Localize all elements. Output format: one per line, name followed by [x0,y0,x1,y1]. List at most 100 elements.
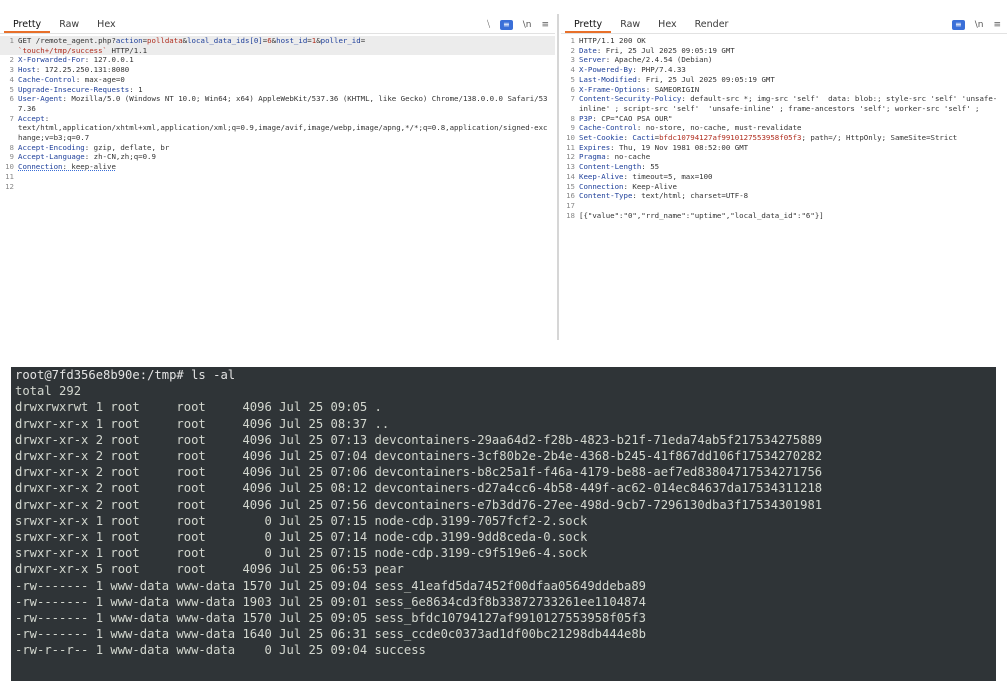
terminal-output-line: drwxrwxrwt 1 root root 4096 Jul 25 09:05… [15,400,382,415]
code-token: [{"value":"0","rrd_name":"uptime","local… [579,210,824,220]
line-number: 8 [9,142,14,152]
pretty-format-icon[interactable]: ≡ [500,20,513,30]
code-token: = [360,36,366,45]
code-token: ; path=/; HttpOnly; SameSite=Strict [801,133,958,143]
terminal-window[interactable]: root@7fd356e8b90e:/tmp# ls -al total 292 d… [11,367,996,681]
response-tab-hex[interactable]: Hex [649,19,685,33]
request-editor[interactable]: 1 GET /remote_agent.php?action=polldata&l… [0,34,555,191]
code-token: poller_id [320,36,361,45]
request-tab-hex[interactable]: Hex [88,19,124,33]
terminal-output-line: srwxr-xr-x 1 root root 0 Jul 25 07:15 no… [15,546,588,561]
line-number: 9 [9,152,14,162]
line-number: 7 [9,113,14,123]
code-line: 8 Accept-Encoding: gzip, deflate, br [0,143,555,153]
line-number: 1 [9,36,14,45]
line-text: X-Forwarded-For: 127.0.0.1 [18,55,555,65]
code-token: Accept [18,113,45,123]
code-token: bfdc10794127af9910127553958f05f3 [659,133,802,143]
terminal-output-line: drwxr-xr-x 2 root root 4096 Jul 25 07:06… [15,465,823,480]
code-token: : PHP/7.4.33 [632,65,686,75]
eye-off-icon[interactable]: ⧹ [487,20,490,30]
line-text [18,172,555,182]
panel-divider[interactable] [557,14,559,340]
code-token: : zh-CN,zh;q=0.9 [84,152,156,162]
terminal-output-line: total 292 [15,384,82,399]
line-text: Host: 172.25.250.131:8080 [18,65,555,75]
terminal-output-line: srwxr-xr-x 1 root root 0 Jul 25 07:15 no… [15,513,588,528]
code-token: : text/html; charset=UTF-8 [632,191,749,201]
code-line: 15 Connection: Keep-Alive [561,182,1007,192]
code-line: 9 Cache-Control: no-store, no-cache, must… [561,123,1007,133]
pretty-format-icon[interactable]: ≡ [952,20,965,30]
terminal-output-line: -rw------- 1 www-data www-data 1903 Jul … [15,594,647,609]
menu-icon[interactable]: ≡ [541,20,549,30]
line-number: 10 [566,133,575,143]
code-token: : Thu, 19 Nov 1981 08:52:00 GMT [610,142,749,152]
line-number: 11 [5,171,14,181]
line-text: X-Frame-Options: SAMEORIGIN [579,85,1007,95]
line-text: Expires: Thu, 19 Nov 1981 08:52:00 GMT [579,143,1007,153]
code-token: GET /remote_agent.php? [18,36,116,45]
code-line: 14 Keep-Alive: timeout=5, max=100 [561,172,1007,182]
code-line: 3 Server: Apache/2.4.54 (Debian) [561,55,1007,65]
menu-icon[interactable]: ≡ [993,20,1001,30]
line-text: Accept: text/html,application/xhtml+xml,… [18,114,555,143]
code-line: 2 Date: Fri, 25 Jul 2025 09:05:19 GMT [561,46,1007,56]
terminal-output-line: -rw-r--r-- 1 www-data www-data 0 Jul 25 … [15,643,426,658]
code-token: : no-cache [605,152,651,162]
code-token: X-Frame-Options [579,84,646,94]
line-number: 2 [570,45,575,55]
line-number: 5 [9,84,14,94]
code-line: 11 Expires: Thu, 19 Nov 1981 08:52:00 GMT [561,143,1007,153]
line-text: Upgrade-Insecure-Requests: 1 [18,85,555,95]
line-number: 14 [566,171,575,181]
line-text: GET /remote_agent.php?action=polldata&lo… [18,36,555,55]
line-text: Cache-Control: max-age=0 [18,75,555,85]
terminal-output-line: drwxr-xr-x 2 root root 4096 Jul 25 07:56… [15,497,823,512]
line-text [18,182,555,192]
code-token: User-Agent [18,94,63,104]
line-number: 4 [9,74,14,84]
code-line: 12 [0,182,555,192]
line-text: Content-Type: text/html; charset=UTF-8 [579,191,1007,201]
line-number: 3 [9,65,14,75]
code-token: Content-Type [579,191,633,201]
line-text: Content-Length: 55 [579,162,1007,172]
code-token: polldata [147,36,183,45]
code-token: Upgrade-Insecure-Requests [18,84,130,94]
request-tab-pretty[interactable]: Pretty [4,19,51,33]
request-tools: ⧹ ≡ \n ≡ [487,20,549,30]
code-token: Host [18,65,36,75]
code-token: : 55 [641,162,660,172]
newline-icon[interactable]: \n [523,20,532,30]
code-token: Content-Security-Policy [579,94,682,104]
line-text: Accept-Language: zh-CN,zh;q=0.9 [18,152,555,162]
code-token: : Fri, 25 Jul 2025 09:05:19 GMT [636,74,775,84]
line-text: Cache-Control: no-store, no-cache, must-… [579,123,1007,133]
terminal-output-line: -rw------- 1 www-data www-data 1640 Jul … [15,627,647,642]
line-text: Keep-Alive: timeout=5, max=100 [579,172,1007,182]
code-line: 1 GET /remote_agent.php?action=polldata&l… [0,36,555,56]
code-line: 12 Pragma: no-cache [561,152,1007,162]
code-line: 7 Accept: text/html,application/xhtml+xml… [0,114,555,143]
line-number: 9 [570,123,575,133]
code-token: : text/html,application/xhtml+xml,applic… [18,113,548,143]
response-viewer[interactable]: 1 HTTP/1.1 200 OK 2 Date: Fri, 25 Jul 2025 … [561,34,1007,220]
code-line: 8 P3P: CP="CAO PSA OUR" [561,114,1007,124]
code-token: : Apache/2.4.54 (Debian) [605,55,713,65]
code-token: Server [579,55,606,65]
response-tab-pretty[interactable]: Pretty [565,19,612,33]
response-tab-raw[interactable]: Raw [611,19,649,33]
terminal-output-line: drwxr-xr-x 5 root root 4096 Jul 25 06:53… [15,562,404,577]
terminal-output-line: drwxr-xr-x 2 root root 4096 Jul 25 07:13… [15,432,823,447]
code-token: X-Powered-By [579,65,633,75]
code-token: Content-Length [579,162,642,172]
response-tab-render[interactable]: Render [686,19,738,33]
line-number: 4 [570,65,575,75]
newline-icon[interactable]: \n [975,20,984,30]
request-tab-raw[interactable]: Raw [50,19,88,33]
code-token: X-Forwarded-For [18,55,85,65]
terminal-output-line: drwxr-xr-x 1 root root 4096 Jul 25 08:37… [15,416,390,431]
code-line: 13 Content-Length: 55 [561,162,1007,172]
line-number: 5 [570,74,575,84]
